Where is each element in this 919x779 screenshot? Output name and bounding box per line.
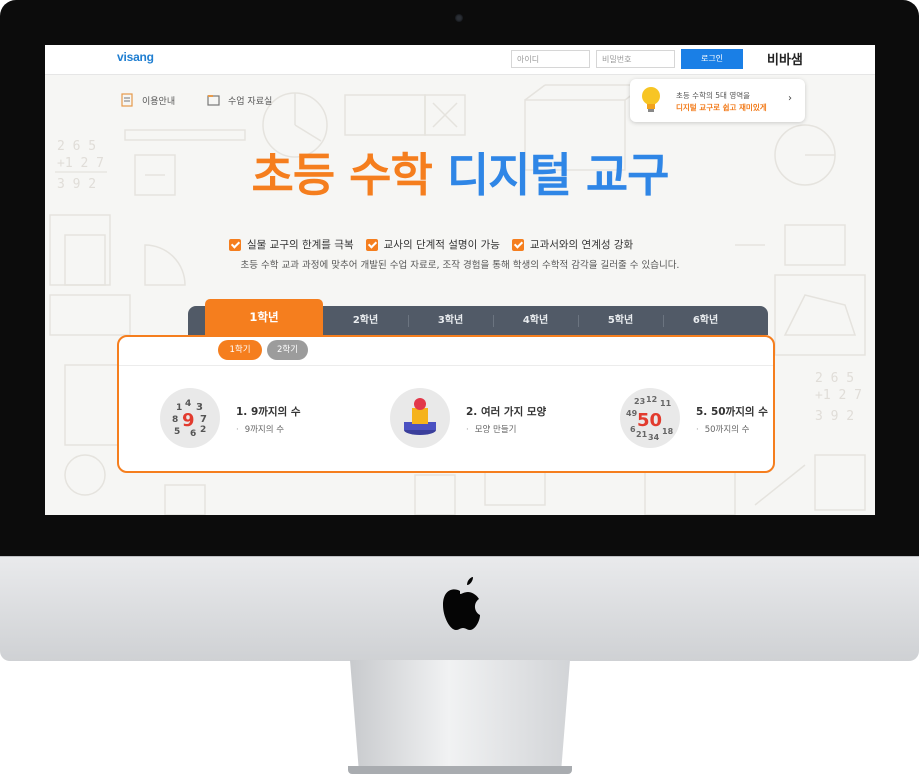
- svg-text:23: 23: [634, 397, 645, 406]
- shapes-icon: [390, 388, 450, 448]
- lightbulb-icon: [642, 87, 660, 112]
- feature-item: 실물 교구의 한계를 극복: [229, 237, 354, 252]
- folder-icon: [207, 95, 220, 106]
- feature-item: 교사의 단계적 설명이 가능: [365, 237, 500, 252]
- promo-line2: 디지털 교구로 쉽고 재미있게: [676, 103, 767, 112]
- panel-divider: [119, 365, 773, 366]
- svg-text:5: 5: [174, 427, 180, 437]
- apple-logo-icon: [443, 577, 480, 630]
- svg-text:11: 11: [660, 399, 672, 408]
- promo-banner[interactable]: 초등 수학의 5대 영역을 디지털 교구로 쉽고 재미있게 ›: [630, 79, 805, 122]
- top-bar: visang 아이디 비밀번호 로그인 비바샘: [45, 45, 875, 75]
- svg-text:2: 2: [200, 425, 206, 435]
- camera: [455, 14, 463, 22]
- quick-link-label: 수업 자료실: [228, 96, 273, 107]
- svg-text:4: 4: [185, 399, 191, 409]
- svg-text:34: 34: [648, 433, 660, 442]
- svg-text:18: 18: [662, 427, 674, 436]
- tab-grade-2[interactable]: 2학년: [323, 306, 408, 335]
- tab-grade-4[interactable]: 4학년: [493, 306, 578, 335]
- feature-label: 실물 교구의 한계를 극복: [247, 239, 354, 251]
- feature-label: 교과서와의 연계성 강화: [529, 239, 634, 251]
- tab-grade-1[interactable]: 1학년: [205, 299, 323, 335]
- tab-grade-6[interactable]: 6학년: [663, 306, 748, 335]
- visang-logo[interactable]: visang: [117, 50, 154, 64]
- quick-link-label: 이용안내: [142, 96, 176, 107]
- unit-subtitle: 50까지의 수: [696, 423, 750, 435]
- svg-text:7: 7: [200, 414, 207, 425]
- unit-card[interactable]: 1 4 3 8 9 7 5 6 2 1. 9까지의 수 9까지의 수: [160, 388, 380, 448]
- bibasam-logo[interactable]: 비바샘: [767, 49, 803, 68]
- svg-text:8: 8: [172, 415, 178, 425]
- feature-list: 실물 교구의 한계를 극복 교사의 단계적 설명이 가능 교과서와의 연계성 강…: [229, 237, 645, 252]
- tab-grade-3[interactable]: 3학년: [408, 306, 493, 335]
- quick-link-materials[interactable]: 수업 자료실: [207, 92, 272, 108]
- tab-semester-2[interactable]: 2학기: [267, 340, 308, 360]
- login-button[interactable]: 로그인: [681, 49, 743, 69]
- hero-title: 초등 수학 디지털 교구: [45, 145, 875, 205]
- unit-card[interactable]: 2. 여러 가지 모양 모양 만들기: [390, 388, 610, 448]
- unit-title: 2. 여러 가지 모양: [466, 406, 547, 418]
- svg-text:50: 50: [637, 410, 662, 431]
- screen: 2 6 5 +1 2 7 3 9 2 2 6 5 +1 2 7 3 9 2 vi…: [45, 45, 875, 515]
- promo-line1: 초등 수학의 5대 영역을: [676, 91, 751, 100]
- unit-title: 5. 50까지의 수: [696, 406, 768, 418]
- unit-subtitle: 9까지의 수: [236, 423, 284, 435]
- checkbox-icon: [365, 238, 378, 251]
- unit-title: 1. 9까지의 수: [236, 406, 301, 418]
- svg-text:9: 9: [182, 410, 195, 431]
- hero-title-blue: 디지털 교구: [446, 148, 670, 202]
- hero-description: 초등 수학 교과 과정에 맞추어 개발된 수업 자료로, 조작 경험을 통해 학…: [240, 260, 680, 271]
- document-icon: [121, 93, 133, 107]
- svg-text:21: 21: [636, 430, 648, 439]
- feature-label: 교사의 단계적 설명이 가능: [383, 239, 500, 251]
- hero-title-orange: 초등 수학: [251, 148, 433, 202]
- numbers-50-icon: 23 12 11 49 50 6 21 34 18: [620, 388, 680, 448]
- chevron-right-icon: ›: [788, 93, 792, 104]
- monitor-stand-base: [348, 766, 572, 774]
- svg-text:49: 49: [626, 409, 638, 418]
- svg-text:12: 12: [646, 395, 657, 404]
- id-input[interactable]: 아이디: [511, 50, 590, 68]
- checkbox-icon: [511, 238, 524, 251]
- unit-subtitle: 모양 만들기: [466, 423, 517, 435]
- feature-item: 교과서와의 연계성 강화: [511, 237, 634, 252]
- svg-text:2 6 5: 2 6 5: [815, 371, 854, 386]
- checkbox-icon: [229, 238, 241, 251]
- tab-grade-5[interactable]: 5학년: [578, 306, 663, 335]
- tab-semester-1[interactable]: 1학기: [218, 340, 262, 360]
- unit-card[interactable]: 23 12 11 49 50 6 21 34 18 5. 50까지의 수 50까…: [620, 388, 840, 448]
- numbers-9-icon: 1 4 3 8 9 7 5 6 2: [160, 388, 220, 448]
- monitor-stand: [350, 660, 570, 770]
- password-input[interactable]: 비밀번호: [596, 50, 675, 68]
- quick-link-guide[interactable]: 이용안내: [121, 92, 175, 108]
- svg-text:3: 3: [196, 402, 203, 413]
- svg-text:6: 6: [190, 429, 196, 439]
